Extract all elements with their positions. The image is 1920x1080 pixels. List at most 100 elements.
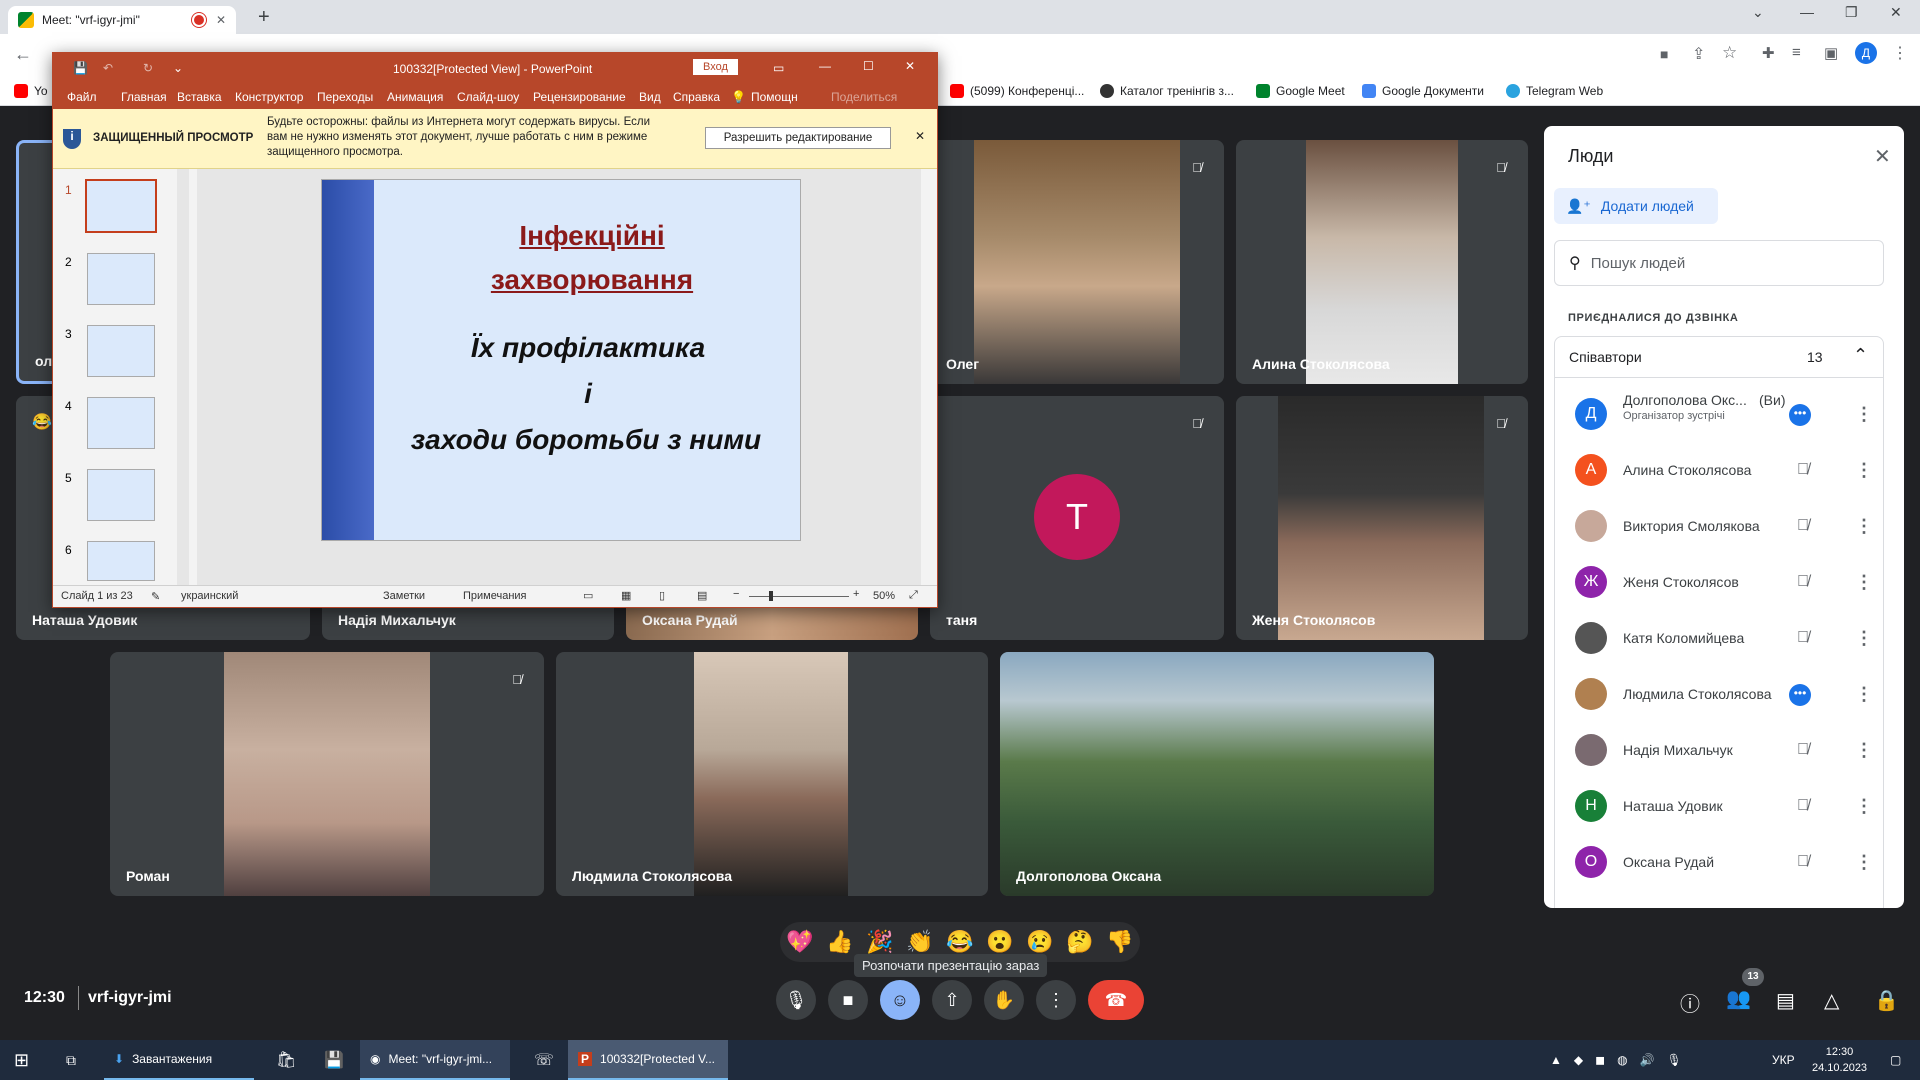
bookmark-meet[interactable]: Google Meet — [1256, 84, 1345, 98]
share-button[interactable]: Поделиться — [831, 90, 897, 104]
menu-icon[interactable]: ⋮ — [1892, 43, 1908, 63]
camera-icon[interactable]: ■ — [1660, 46, 1668, 62]
reaction-clap[interactable]: 👏 — [906, 929, 933, 955]
video-tile[interactable]: Людмила Стоколясова — [556, 652, 988, 896]
notifications-icon[interactable]: ▢ — [1880, 1040, 1911, 1080]
tab-review[interactable]: Рецензирование — [533, 90, 626, 104]
zoom-slider[interactable] — [749, 596, 849, 597]
windows-start-icon[interactable]: ⊞ — [4, 1040, 39, 1080]
ribbon-display-icon[interactable]: ▭ — [773, 61, 784, 75]
tab-slideshow[interactable]: Слайд-шоу — [457, 90, 519, 104]
search-input[interactable]: ⚲ Пошук людей — [1554, 240, 1884, 286]
tab-file[interactable]: Файл — [67, 90, 97, 104]
back-icon[interactable]: ← — [14, 44, 32, 65]
raise-hand-button[interactable]: ✋ — [984, 980, 1024, 1020]
spellcheck-icon[interactable]: ✎ — [151, 590, 160, 603]
reaction-thumbs-down[interactable]: 👎 — [1106, 929, 1133, 955]
close-window-button[interactable]: ✕ — [1890, 4, 1902, 21]
zoom-level[interactable]: 50% — [873, 590, 895, 602]
slide-thumbnail[interactable] — [87, 397, 155, 449]
language[interactable]: украинский — [181, 590, 238, 602]
close-button[interactable]: ✕ — [905, 59, 915, 73]
bookmark-docs[interactable]: Google Документи — [1362, 84, 1484, 98]
video-tile[interactable]: 🎙̸ Олег — [930, 140, 1224, 384]
reaction-party[interactable]: 🎉 — [866, 929, 893, 955]
clock[interactable]: 12:30 24.10.2023 — [1812, 1044, 1867, 1076]
camera-button[interactable]: ■ — [828, 980, 868, 1020]
host-controls-icon[interactable]: 🔒 — [1874, 988, 1899, 1013]
video-tile[interactable]: 🎙̸ Женя Стоколясов — [1236, 396, 1528, 640]
volume-icon[interactable]: 🔊 — [1640, 1053, 1655, 1067]
video-tile[interactable]: 🎙̸ Алина Стоколясова — [1236, 140, 1528, 384]
mic-off-icon[interactable]: 🎙̸ — [1797, 573, 1809, 591]
minimize-button[interactable]: — — [819, 59, 831, 73]
viber-icon[interactable]: ☏ — [524, 1040, 564, 1080]
more-options-icon[interactable]: ⋮ — [1855, 460, 1873, 481]
list-item[interactable]: Ж Женя Стоколясов 🎙̸ ⋮ — [1545, 554, 1904, 610]
chevron-down-icon[interactable]: ⌄ — [1752, 4, 1764, 21]
collaborators-section-header[interactable]: Співавтори 13 ⌃ — [1554, 336, 1884, 378]
more-options-icon[interactable]: ⋮ — [1855, 628, 1873, 649]
login-button[interactable]: Вход — [693, 59, 738, 75]
thumbnails-scrollbar[interactable] — [177, 169, 189, 585]
tab-transitions[interactable]: Переходы — [317, 90, 373, 104]
more-options-icon[interactable]: ⋮ — [1855, 796, 1873, 817]
list-item[interactable]: Д Долгополова Окс... (Ви) Організатор зу… — [1545, 386, 1904, 442]
maximize-button[interactable]: ☐ — [863, 59, 874, 73]
media-icon[interactable]: ≡ — [1792, 44, 1801, 61]
tab-close-icon[interactable]: ✕ — [216, 13, 226, 27]
enable-editing-button[interactable]: Разрешить редактирование — [705, 127, 891, 149]
fit-slide-icon[interactable]: ⤢ — [909, 589, 918, 602]
chevron-up-icon[interactable]: ⌃ — [1853, 345, 1868, 366]
video-tile[interactable]: 🎙̸ Роман — [110, 652, 544, 896]
more-options-icon[interactable]: ⋮ — [1855, 852, 1873, 873]
profile-avatar[interactable]: Д — [1855, 42, 1877, 64]
customize-icon[interactable]: ⌄ — [173, 61, 183, 75]
reaction-sad[interactable]: 😢 — [1026, 929, 1053, 955]
list-item[interactable]: А Алина Стоколясова 🎙̸ ⋮ — [1545, 442, 1904, 498]
tab-assistant[interactable]: Помощн — [751, 90, 798, 104]
list-item[interactable]: Катя Коломийцева 🎙̸ ⋮ — [1545, 610, 1904, 666]
mic-off-icon[interactable]: 🎙̸ — [1797, 741, 1809, 759]
undo-icon[interactable]: ↶ — [103, 61, 113, 75]
bookmark-catalog[interactable]: Каталог тренінгів з... — [1100, 84, 1234, 98]
comments-button[interactable]: Примечания — [463, 590, 527, 602]
leave-call-button[interactable]: ☎ — [1088, 980, 1144, 1020]
tab-design[interactable]: Конструктор — [235, 90, 303, 104]
normal-view-icon[interactable]: ▭ — [583, 589, 593, 602]
mic-off-icon[interactable]: 🎙̸ — [1797, 853, 1809, 871]
taskbar-item-powerpoint[interactable]: P 100332[Protected V... — [568, 1040, 728, 1080]
new-tab-button[interactable]: + — [258, 6, 270, 29]
reaction-laugh[interactable]: 😂 — [946, 929, 973, 955]
tab-help[interactable]: Справка — [673, 90, 720, 104]
slideshow-view-icon[interactable]: ▤ — [697, 589, 707, 602]
store-icon[interactable]: 🛍 — [266, 1040, 306, 1080]
tray-icon[interactable]: ▲ — [1550, 1053, 1562, 1067]
slide-thumbnail[interactable] — [87, 325, 155, 377]
more-options-icon[interactable]: ⋮ — [1855, 684, 1873, 705]
slide-thumbnail[interactable] — [85, 179, 157, 233]
task-view-icon[interactable]: ⧉ — [56, 1040, 86, 1080]
more-options-icon[interactable]: ⋮ — [1855, 516, 1873, 537]
redo-icon[interactable]: ↻ — [143, 61, 153, 75]
more-options-icon[interactable]: ⋮ — [1855, 740, 1873, 761]
more-options-icon[interactable]: ⋮ — [1855, 404, 1873, 425]
present-button[interactable]: ⇧ — [932, 980, 972, 1020]
network-icon[interactable]: ◍ — [1617, 1053, 1627, 1067]
mic-off-icon[interactable]: 🎙̸ — [1797, 461, 1809, 479]
sidepanel-icon[interactable]: ▣ — [1824, 44, 1838, 62]
slide-thumbnail[interactable] — [87, 541, 155, 581]
tab-home[interactable]: Главная — [121, 90, 167, 104]
share-icon[interactable]: ⇪ — [1692, 44, 1705, 64]
bookmark-telegram[interactable]: Telegram Web — [1506, 84, 1603, 98]
list-item[interactable]: Людмила Стоколясова ••• ⋮ — [1545, 666, 1904, 722]
tab-insert[interactable]: Вставка — [177, 90, 222, 104]
tab-meet[interactable]: Meet: "vrf-igyr-jmi" ✕ — [8, 6, 236, 34]
close-icon[interactable]: ✕ — [1874, 144, 1891, 169]
people-icon[interactable]: 👥 — [1726, 986, 1751, 1011]
tab-view[interactable]: Вид — [639, 90, 661, 104]
language-indicator[interactable]: УКР — [1762, 1040, 1805, 1080]
list-item[interactable]: Виктория Смолякова 🎙̸ ⋮ — [1545, 498, 1904, 554]
close-bar-icon[interactable]: ✕ — [915, 129, 925, 143]
list-item[interactable]: Надія Михальчук 🎙̸ ⋮ — [1545, 722, 1904, 778]
